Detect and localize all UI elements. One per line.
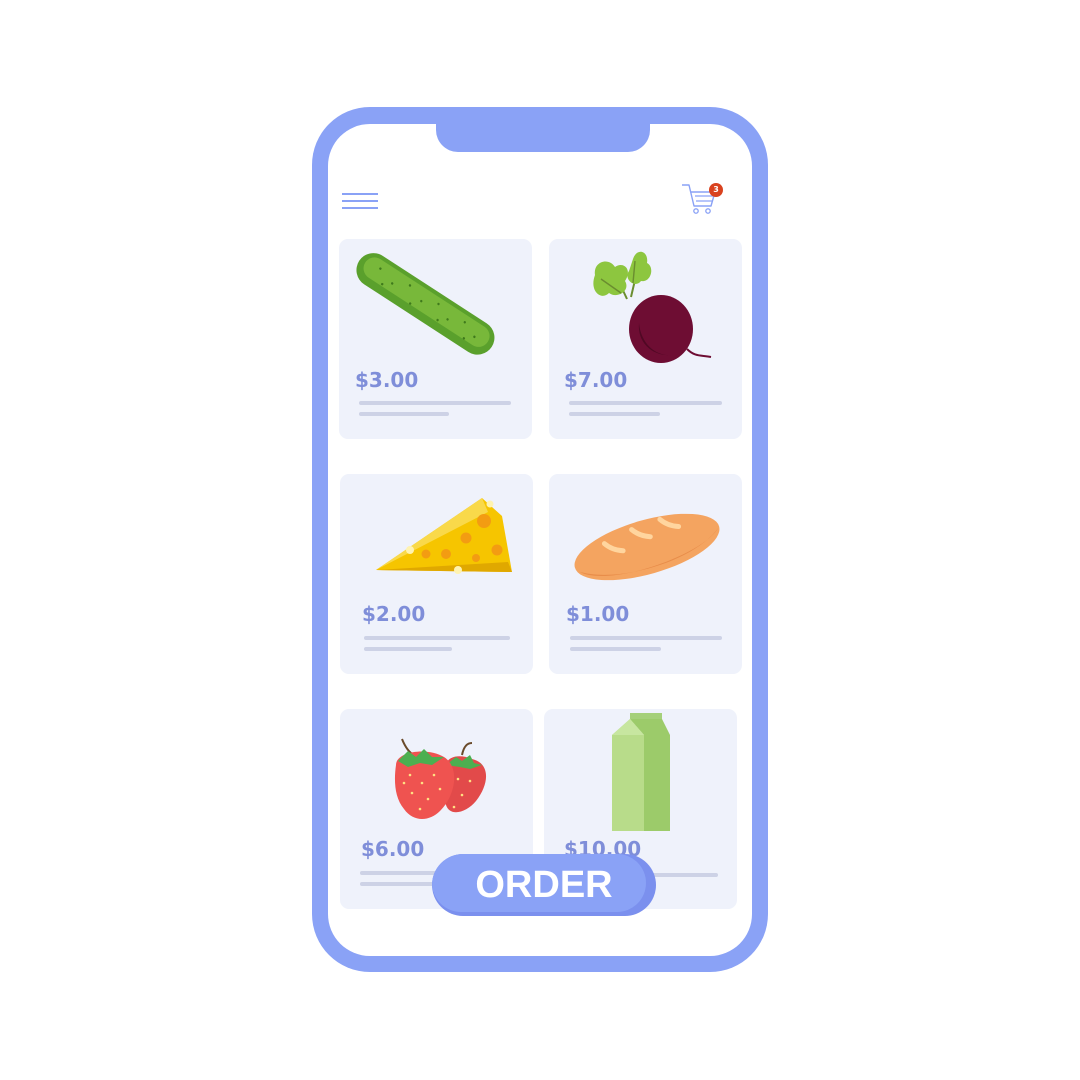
description-line: [359, 401, 511, 405]
description-line: [359, 412, 449, 416]
phone-frame: 3 $3.00 $7.00 $2.00 $1.00 $6.00 $10.00 O…: [312, 107, 768, 972]
product-card-cucumber[interactable]: $3.00: [339, 239, 532, 439]
description-line: [364, 647, 452, 651]
product-price: $3.00: [355, 368, 419, 392]
product-price: $6.00: [361, 837, 425, 861]
description-line: [364, 636, 510, 640]
phone-notch: [436, 124, 650, 152]
product-card-cheese[interactable]: $2.00: [340, 474, 533, 674]
cart-count-badge: 3: [709, 183, 723, 197]
milk-carton-icon: [612, 713, 670, 831]
baguette-icon: [574, 513, 720, 581]
order-button-label: ORDER: [475, 864, 613, 906]
beetroot-icon: [593, 251, 712, 363]
cucumber-icon: [356, 253, 495, 355]
product-price: $1.00: [566, 602, 630, 626]
description-line: [569, 412, 660, 416]
description-line: [570, 647, 661, 651]
description-line: [570, 636, 722, 640]
hamburger-menu-icon: [342, 207, 378, 209]
menu-button[interactable]: [342, 191, 380, 215]
cart-button[interactable]: 3: [680, 180, 726, 220]
product-price: $2.00: [362, 602, 426, 626]
order-button[interactable]: ORDER: [432, 854, 656, 916]
cheese-icon: [376, 498, 512, 574]
description-line: [569, 401, 722, 405]
hamburger-menu-icon: [342, 200, 378, 202]
phone-screen: 3 $3.00 $7.00 $2.00 $1.00 $6.00 $10.00 O…: [328, 124, 752, 956]
hamburger-menu-icon: [342, 193, 378, 195]
strawberry-icon: [394, 738, 487, 819]
product-card-beetroot[interactable]: $7.00: [549, 239, 742, 439]
product-price: $7.00: [564, 368, 628, 392]
product-card-bread[interactable]: $1.00: [549, 474, 742, 674]
